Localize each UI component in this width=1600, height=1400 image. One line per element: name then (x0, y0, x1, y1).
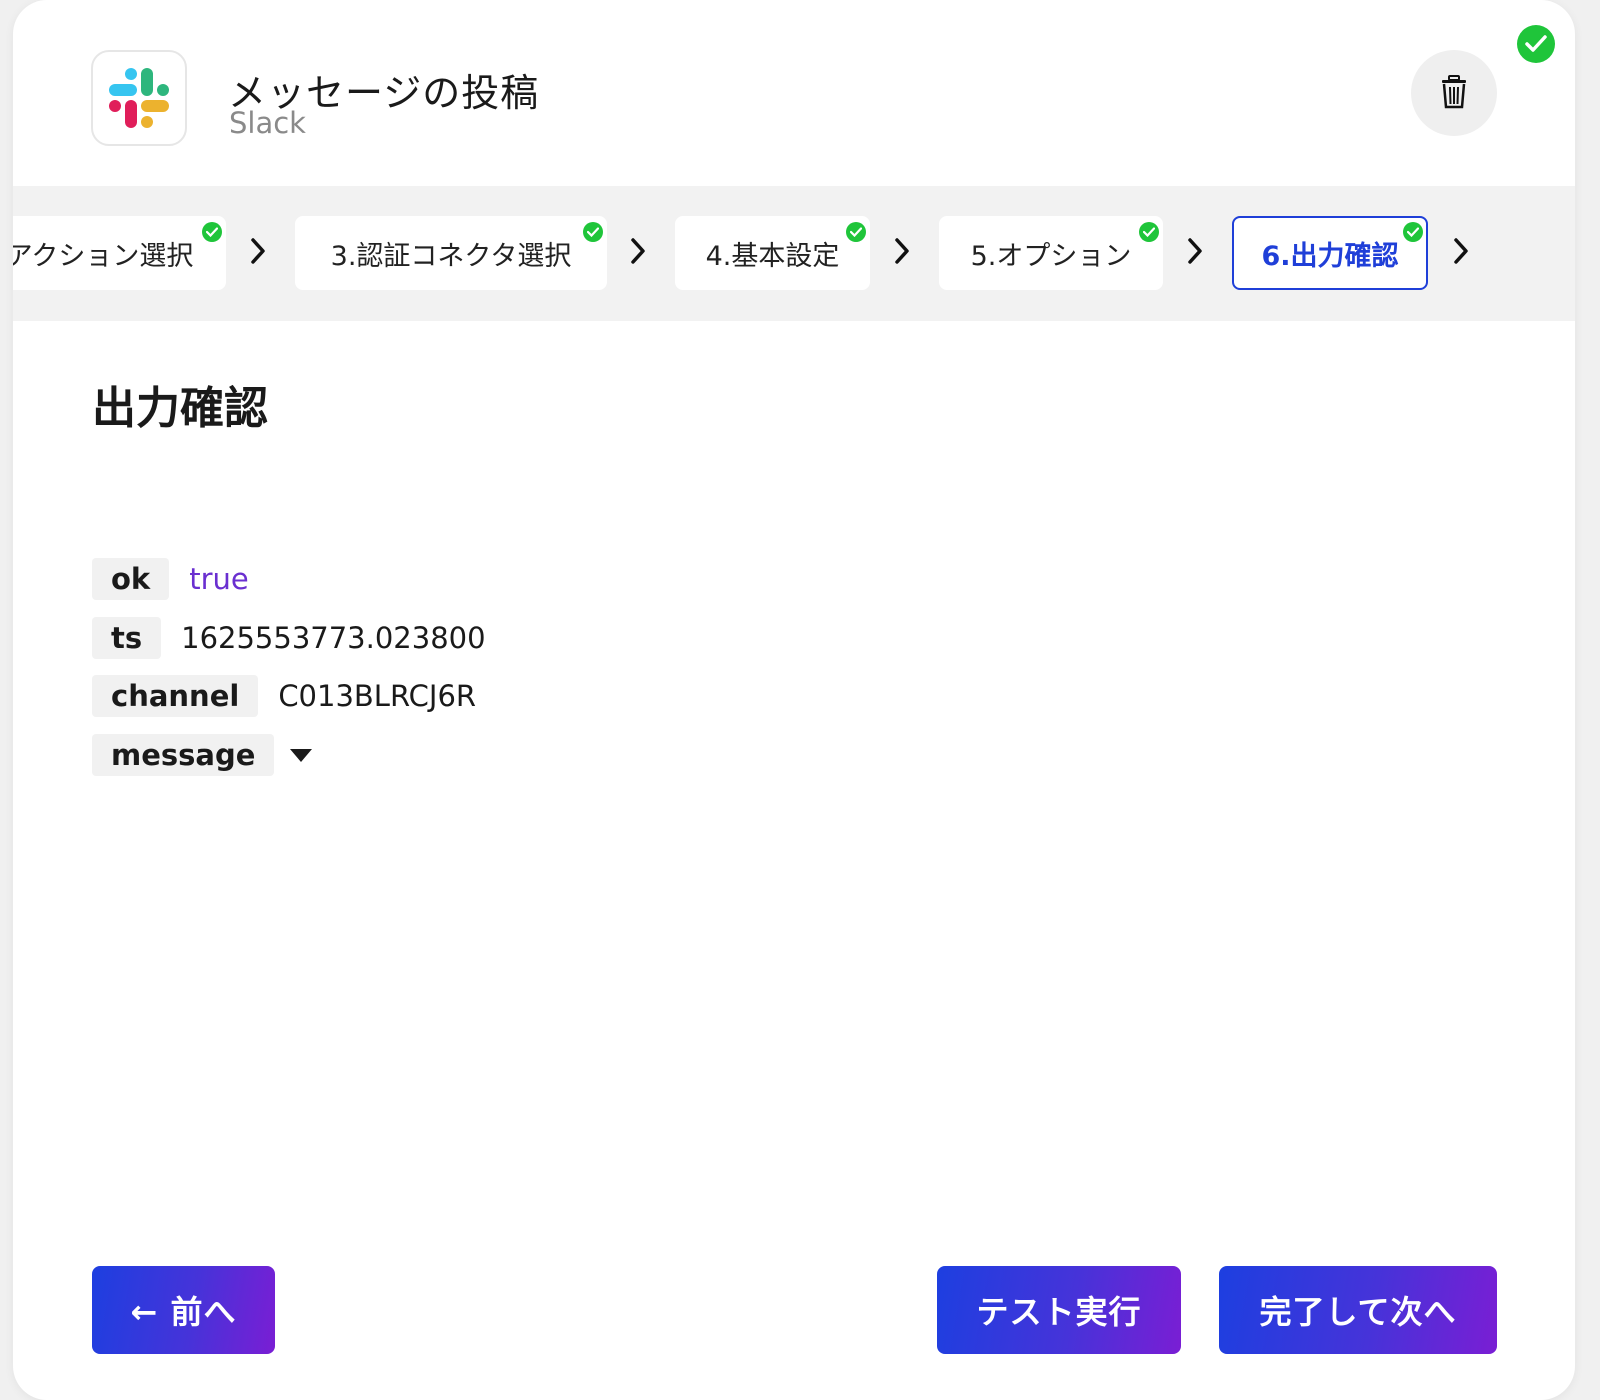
step-label: 4.基本設定 (705, 240, 840, 272)
output-value: C013BLRCJ6R (278, 679, 477, 713)
step-basic-settings[interactable]: 4.基本設定 (675, 216, 870, 290)
step-label: 5.オプション (970, 240, 1132, 272)
output-value: true (189, 562, 249, 596)
check-icon (583, 222, 603, 242)
output-key: message (92, 734, 275, 776)
output-key: ts (92, 617, 162, 659)
test-run-button[interactable]: テスト実行 (937, 1266, 1181, 1354)
check-icon (846, 222, 866, 242)
step-label: 6.出力確認 (1261, 240, 1399, 272)
output-row-message[interactable]: message (92, 734, 313, 776)
delete-button[interactable] (1411, 50, 1497, 136)
output-key: channel (92, 675, 259, 717)
output-value: 1625553773.023800 (181, 621, 486, 655)
step-options[interactable]: 5.オプション (939, 216, 1163, 290)
chevron-right-icon (251, 238, 265, 264)
chevron-right-icon (631, 238, 645, 264)
step-auth-connector[interactable]: 3.認証コネクタ選択 (295, 216, 607, 290)
action-config-card: メッセージの投稿 Slack アクション選択 3.認証コネクタ選択 4.基本設定… (13, 0, 1575, 1400)
output-row-ok: ok true (92, 558, 249, 600)
step-action-select[interactable]: アクション選択 (13, 216, 226, 290)
check-icon (1139, 222, 1159, 242)
trash-icon (1442, 75, 1466, 109)
step-navigation: アクション選択 3.認証コネクタ選択 4.基本設定 5.オプション 6.出力確認 (13, 186, 1575, 321)
chevron-right-icon[interactable] (1452, 237, 1470, 265)
slack-logo-icon (91, 50, 187, 146)
step-output-confirm[interactable]: 6.出力確認 (1232, 216, 1428, 290)
step-label: アクション選択 (13, 240, 194, 272)
caret-down-icon[interactable] (290, 748, 313, 762)
prev-button[interactable]: ← 前へ (92, 1266, 275, 1354)
step-label: 3.認証コネクタ選択 (330, 240, 572, 272)
complete-next-button[interactable]: 完了して次へ (1219, 1266, 1497, 1354)
output-row-ts: ts 1625553773.023800 (92, 617, 486, 659)
card-header: メッセージの投稿 Slack (13, 0, 1575, 186)
output-key: ok (92, 558, 170, 600)
section-title: 出力確認 (92, 383, 268, 434)
service-name: Slack (229, 106, 306, 140)
check-icon (202, 222, 222, 242)
check-icon (1403, 222, 1423, 242)
check-circle-icon (1517, 25, 1555, 63)
chevron-right-icon (1188, 238, 1202, 264)
output-row-channel: channel C013BLRCJ6R (92, 675, 476, 717)
chevron-right-icon (895, 238, 909, 264)
